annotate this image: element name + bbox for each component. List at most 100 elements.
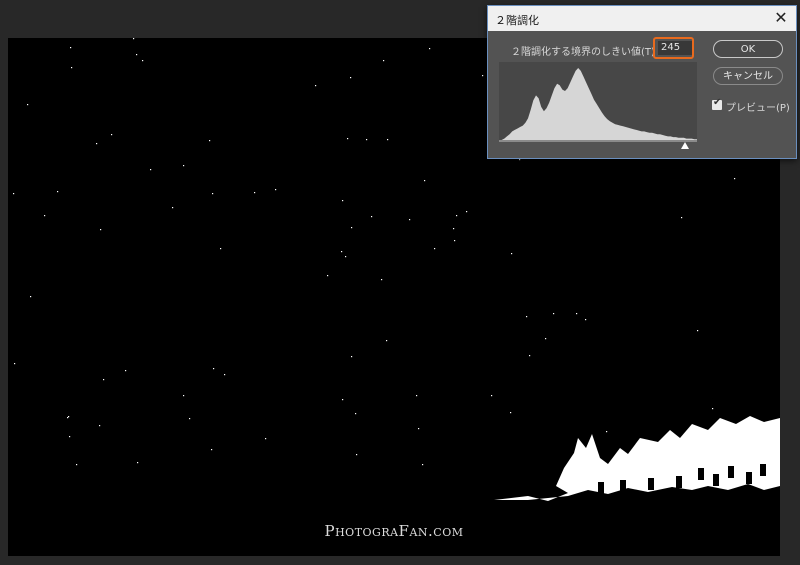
star-speck xyxy=(57,191,59,193)
star-speck xyxy=(386,340,388,342)
checkmark-icon: ✔ xyxy=(713,97,722,108)
star-speck xyxy=(100,229,102,231)
star-speck xyxy=(356,454,358,456)
histogram-graph xyxy=(499,68,697,142)
star-speck xyxy=(453,228,455,230)
star-speck xyxy=(183,395,185,397)
star-speck xyxy=(76,464,78,466)
star-speck xyxy=(491,395,493,397)
star-speck xyxy=(387,139,389,141)
star-speck xyxy=(351,356,353,358)
star-speck xyxy=(172,207,174,209)
star-speck xyxy=(150,169,152,171)
star-speck xyxy=(342,200,344,202)
star-speck xyxy=(345,256,347,258)
star-speck xyxy=(734,178,736,180)
star-speck xyxy=(712,408,714,410)
star-speck xyxy=(341,251,343,253)
star-speck xyxy=(70,47,72,49)
close-icon[interactable]: ✕ xyxy=(770,8,792,28)
star-speck xyxy=(466,211,468,213)
star-speck xyxy=(254,192,256,194)
star-speck xyxy=(44,215,46,217)
star-speck xyxy=(209,140,211,142)
star-speck xyxy=(142,60,144,62)
star-speck xyxy=(103,379,105,381)
star-speck xyxy=(342,399,344,401)
threshold-input[interactable]: 245 xyxy=(658,41,692,55)
star-speck xyxy=(30,296,32,298)
star-speck xyxy=(366,139,368,141)
star-speck xyxy=(136,54,138,56)
star-speck xyxy=(351,227,353,229)
star-speck xyxy=(224,374,226,376)
dialog-titlebar[interactable]: ２階調化 ✕ xyxy=(488,6,796,31)
star-speck xyxy=(681,217,683,219)
star-speck xyxy=(183,165,185,167)
star-speck xyxy=(371,216,373,218)
star-speck xyxy=(275,189,277,191)
star-speck xyxy=(211,449,213,451)
star-speck xyxy=(422,464,424,466)
tree-gap xyxy=(698,468,704,480)
ok-button[interactable]: OK xyxy=(713,40,783,58)
star-speck xyxy=(13,193,15,195)
star-speck xyxy=(125,370,127,372)
star-speck xyxy=(137,462,139,464)
star-speck xyxy=(99,425,101,427)
star-speck xyxy=(482,75,484,77)
star-speck xyxy=(355,413,357,415)
star-speck xyxy=(381,279,383,281)
tree-gap xyxy=(648,478,654,490)
star-speck xyxy=(347,138,349,140)
histogram xyxy=(499,62,697,142)
star-speck xyxy=(189,418,191,420)
star-speck xyxy=(697,330,699,332)
star-speck xyxy=(511,253,513,255)
star-speck xyxy=(69,436,71,438)
star-speck xyxy=(576,313,578,315)
star-speck xyxy=(111,134,113,136)
tree-silhouette xyxy=(494,416,780,501)
star-speck xyxy=(424,180,426,182)
threshold-dialog: ２階調化 ✕ ２階調化する境界のしきい値(T): 245 OK キャンセル ✔ … xyxy=(487,5,797,159)
star-speck xyxy=(553,313,555,315)
tree-gap xyxy=(598,482,604,494)
star-speck xyxy=(529,355,531,357)
star-speck xyxy=(526,316,528,318)
star-speck xyxy=(212,193,214,195)
tree-gap xyxy=(713,474,719,486)
star-speck xyxy=(585,319,587,321)
star-speck xyxy=(606,431,608,433)
star-speck xyxy=(409,219,411,221)
tree-gap xyxy=(728,466,734,478)
star-speck xyxy=(456,215,458,217)
tree-gap xyxy=(746,472,752,484)
star-speck xyxy=(545,338,547,340)
star-speck xyxy=(315,85,317,87)
star-speck xyxy=(454,240,456,242)
preview-label: プレビュー(P) xyxy=(726,103,790,114)
star-speck xyxy=(67,417,69,419)
threshold-slider-handle[interactable] xyxy=(681,142,689,149)
star-speck xyxy=(71,67,73,69)
tree-gap xyxy=(620,480,626,492)
star-speck xyxy=(213,368,215,370)
star-speck xyxy=(133,38,135,40)
star-speck xyxy=(418,428,420,430)
cancel-button[interactable]: キャンセル xyxy=(713,67,783,85)
star-speck xyxy=(416,395,418,397)
star-speck xyxy=(265,438,267,440)
threshold-input-highlight: 245 xyxy=(653,37,694,59)
star-speck xyxy=(220,248,222,250)
star-speck xyxy=(27,104,29,106)
star-speck xyxy=(14,363,16,365)
watermark: PhotograFan.com xyxy=(324,522,464,540)
histogram-area xyxy=(499,68,697,140)
tree-gap xyxy=(676,476,682,488)
star-speck xyxy=(429,48,431,50)
preview-checkbox[interactable]: ✔ xyxy=(712,97,722,110)
star-speck xyxy=(327,275,329,277)
star-speck xyxy=(96,143,98,145)
star-speck xyxy=(510,412,512,414)
